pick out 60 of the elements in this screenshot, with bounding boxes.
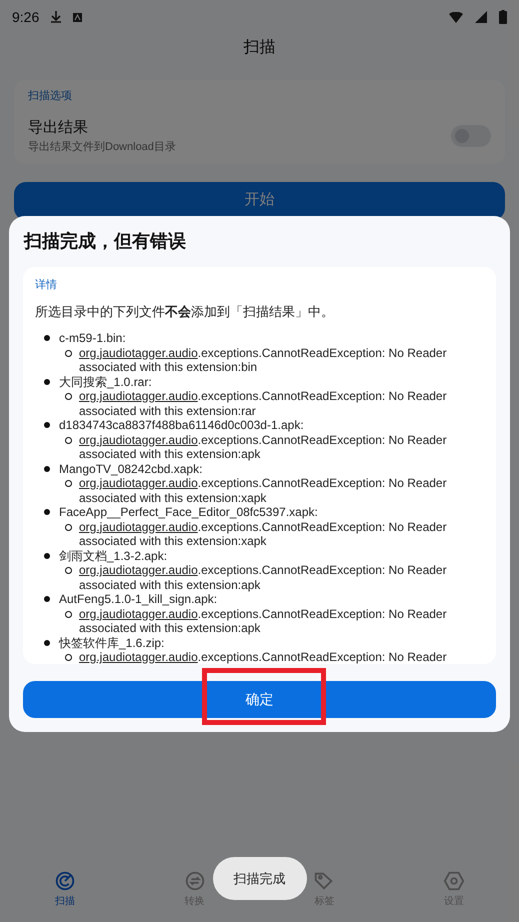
error-message: org.jaudiotagger.audio.exceptions.CannotReadException: No Reader associated with this extension:rar [79,389,448,418]
bullet-icon [44,335,50,342]
error-message: org.jaudiotagger.audio.exceptions.CannotReadException: No Reader [79,650,448,664]
hollow-bullet-icon [65,436,72,444]
hollow-bullet-icon [65,654,72,661]
error-message: org.jaudiotagger.audio.exceptions.CannotReadException: No Reader associated with this extension:apk [79,563,448,592]
error-message: org.jaudiotagger.audio.exceptions.CannotReadException: No Reader associated with this extension:apk [79,606,448,636]
bullet-icon [44,378,50,385]
app-notification-icon [73,12,82,22]
package-link[interactable]: org.jaudiotagger.audio [79,563,198,577]
swap-icon [184,870,206,892]
signal-icon [475,11,487,23]
dialog-title: 扫描完成，但有错误 [24,230,187,253]
package-link[interactable]: org.jaudiotagger.audio [79,476,198,490]
package-link[interactable]: org.jaudiotagger.audio [79,432,198,446]
error-message: org.jaudiotagger.audio.exceptions.CannotReadException: No Reader associated with this extension:apk [79,432,448,462]
confirm-button[interactable]: 确定 [23,681,496,718]
file-name: FaceApp__Perfect_Face_Editor_08fc5397.xapk: [59,505,318,520]
hollow-bullet-icon [65,480,72,487]
hollow-bullet-icon [65,610,72,618]
file-name: 剑雨文档_1.3-2.apk: [59,548,168,563]
hollow-bullet-icon [65,393,72,400]
hollow-bullet-icon [65,350,72,356]
section-heading: 扫描选项 [28,89,73,104]
file-name: c-m59-1.bin: [59,331,126,346]
error-message: org.jaudiotagger.audio.exceptions.CannotReadException: No Reader associated with this extension:xapk [79,520,448,548]
package-link[interactable]: org.jaudiotagger.audio [79,346,198,360]
bullet-icon [44,466,50,472]
file-name: MangoTV_08242cbd.xapk: [59,462,202,476]
bullet-icon [44,640,50,646]
error-message: org.jaudiotagger.audio.exceptions.CannotReadException: No Reader associated with this extension:bin [79,346,448,374]
toast: 扫描完成 [212,856,306,900]
setting-description: 导出结果文件到Download目录 [28,140,177,155]
package-link[interactable]: org.jaudiotagger.audio [79,650,198,664]
bullet-icon [44,552,50,559]
setting-label: 导出结果 [28,118,89,138]
bullet-icon [44,509,50,516]
file-name: d1834743ca8837f488ba61146d0c003d-1.apk: [59,418,304,432]
bullet-icon [44,422,50,428]
download-icon [51,11,62,23]
page-title: 扫描 [242,38,276,58]
file-name: 快签软件库_1.6.zip: [59,636,164,650]
hollow-bullet-icon [65,524,72,530]
package-link[interactable]: org.jaudiotagger.audio [79,606,198,620]
scan-icon [54,870,76,892]
bullet-icon [44,596,50,602]
tag-icon [313,870,336,892]
error-message: org.jaudiotagger.audio.exceptions.CannotReadException: No Reader associated with this extension:xapk [79,476,448,505]
toggle-switch[interactable] [451,125,491,147]
battery-icon [499,10,507,24]
status-time: 9:26 [12,8,40,26]
settings-icon [443,870,466,892]
package-link[interactable]: org.jaudiotagger.audio [79,520,198,534]
wifi-icon [449,12,463,22]
hollow-bullet-icon [65,567,72,574]
file-name: 大同搜索_1.0.rar: [59,374,152,389]
package-link[interactable]: org.jaudiotagger.audio [79,389,198,403]
file-name: AutFeng5.1.0-1_kill_sign.apk: [59,592,218,606]
details-label: 详情 [35,278,58,293]
intro-text: 所选目录中的下列文件不会添加到「扫描结果」中。 [35,302,335,320]
